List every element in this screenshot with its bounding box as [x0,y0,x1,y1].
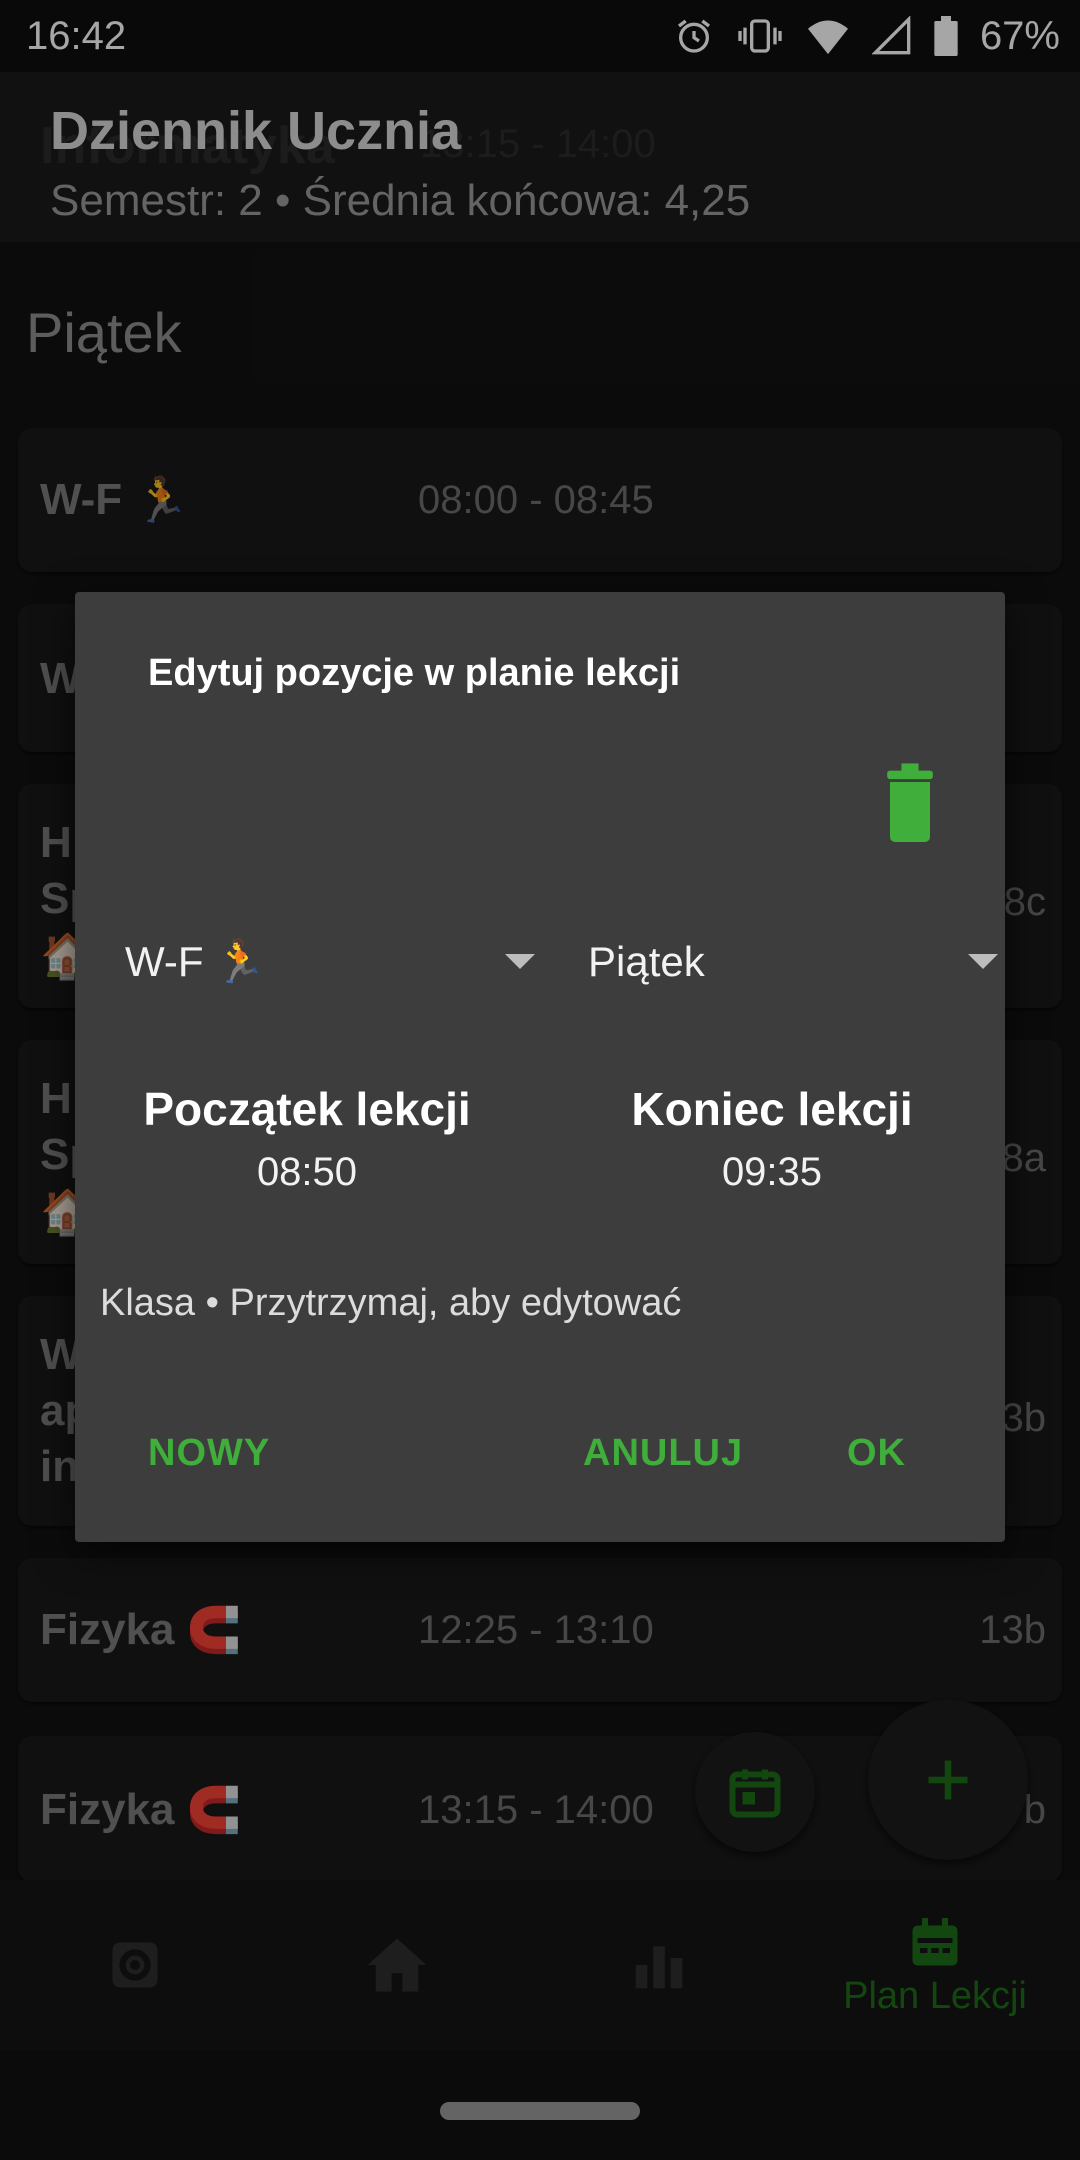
subject-spinner-value: W-F 🏃 [125,937,266,986]
class-hint[interactable]: Klasa • Przytrzymaj, aby edytować [100,1282,681,1325]
end-time-picker[interactable]: Koniec lekcji 09:35 [572,1082,972,1195]
end-time-label: Koniec lekcji [631,1083,913,1135]
ok-button[interactable]: OK [847,1432,906,1475]
chevron-down-icon [505,954,535,969]
day-spinner[interactable]: Piątek [588,922,998,1002]
new-button[interactable]: NOWY [148,1432,270,1475]
chevron-down-icon [968,954,998,969]
dialog-title: Edytuj pozycje w planie lekcji [148,652,681,694]
edit-lesson-dialog: Edytuj pozycje w planie lekcji W-F 🏃 Piąt… [75,592,1005,1542]
start-time-value: 08:50 [256,1150,358,1194]
day-spinner-value: Piątek [588,938,705,985]
start-time-picker[interactable]: Początek lekcji 08:50 [107,1082,507,1195]
end-time-value: 09:35 [721,1150,823,1194]
start-time-label: Początek lekcji [143,1083,471,1135]
subject-spinner[interactable]: W-F 🏃 [125,922,535,1002]
delete-icon[interactable] [881,762,939,842]
cancel-button[interactable]: ANULUJ [583,1432,743,1475]
